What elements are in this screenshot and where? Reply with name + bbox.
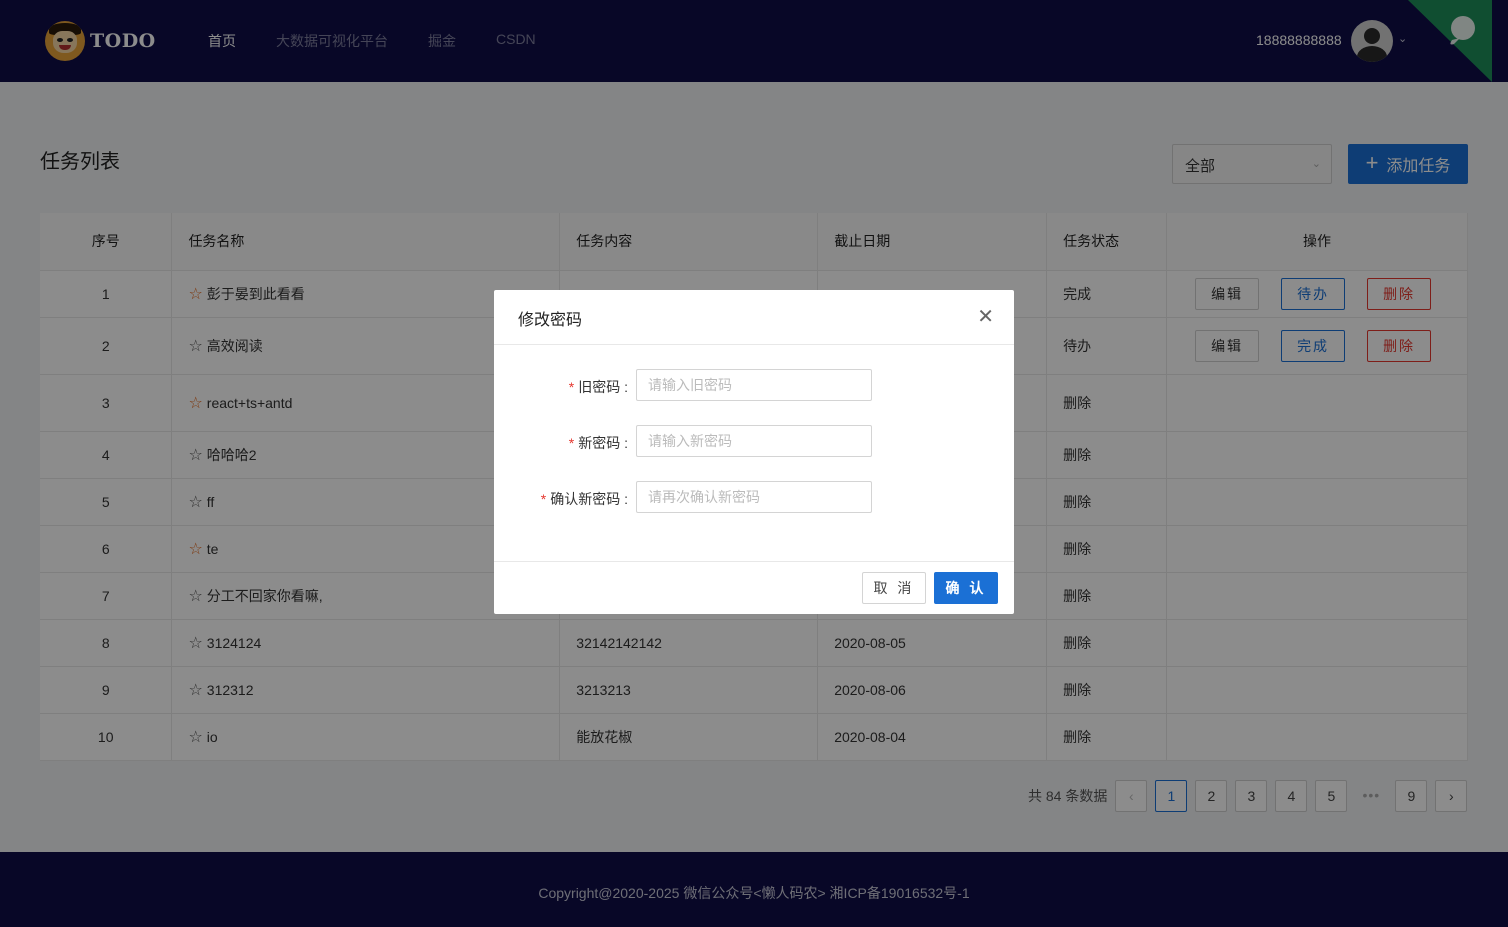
- old-password-row: * 旧密码 :: [494, 369, 1014, 401]
- confirm-password-row: * 确认新密码 :: [494, 481, 1014, 513]
- confirm-password-input[interactable]: [636, 481, 872, 513]
- old-password-input[interactable]: [636, 369, 872, 401]
- change-password-modal: 修改密码 ✕ * 旧密码 : * 新密码 : * 确认新密码 : 取 消 确 认: [494, 290, 1014, 614]
- modal-header: 修改密码 ✕: [494, 290, 1014, 345]
- modal-title: 修改密码: [518, 312, 583, 329]
- new-password-row: * 新密码 :: [494, 425, 1014, 457]
- new-password-input[interactable]: [636, 425, 872, 457]
- confirm-button[interactable]: 确 认: [934, 572, 998, 604]
- new-password-label: * 新密码 :: [568, 435, 628, 451]
- close-icon[interactable]: ✕: [977, 304, 994, 329]
- old-password-label: * 旧密码 :: [568, 379, 628, 395]
- cancel-button[interactable]: 取 消: [862, 572, 926, 604]
- confirm-password-label: * 确认新密码 :: [540, 491, 628, 507]
- modal-footer: 取 消 确 认: [494, 561, 1014, 614]
